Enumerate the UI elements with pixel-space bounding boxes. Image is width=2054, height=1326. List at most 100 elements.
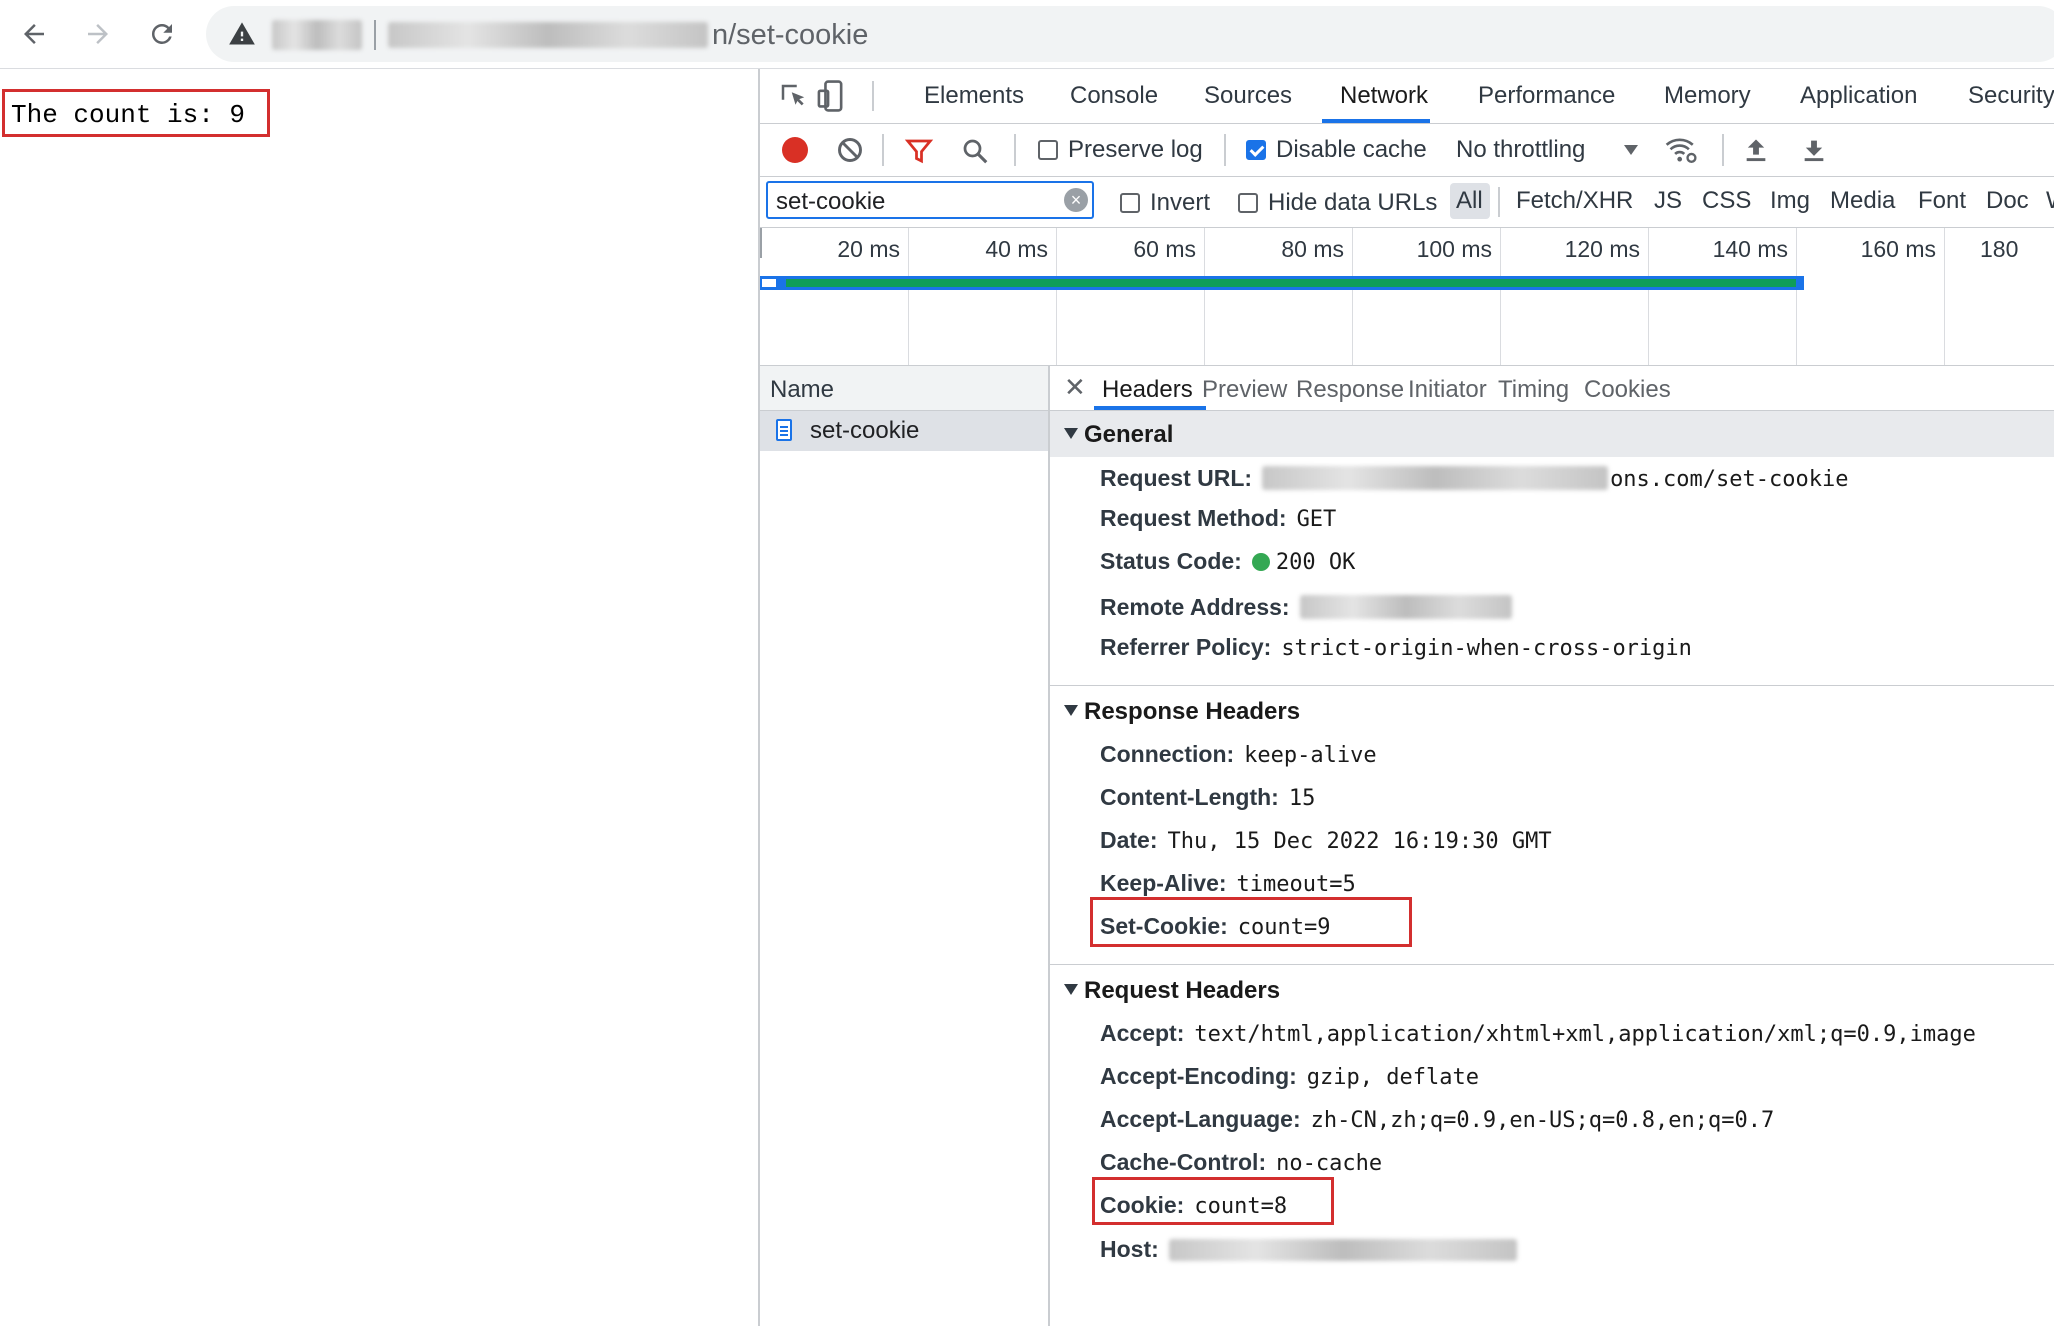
timeline-grid-line: [1204, 228, 1205, 365]
record-icon[interactable]: [782, 137, 808, 163]
header-value: strict-origin-when-cross-origin: [1281, 636, 1692, 661]
response-headers-section-header[interactable]: Response Headers: [1050, 688, 2054, 734]
header-value: no-cache: [1276, 1151, 1383, 1176]
preserve-log-check[interactable]: [1038, 140, 1058, 160]
request-headers-section-header[interactable]: Request Headers: [1050, 967, 2054, 1013]
network-conditions-icon[interactable]: [1664, 134, 1698, 166]
request-name: set-cookie: [810, 417, 920, 444]
tab-sources[interactable]: Sources: [1204, 82, 1292, 110]
url-path: n/set-cookie: [712, 19, 869, 51]
tab-cookies[interactable]: Cookies: [1584, 376, 1671, 404]
clear-icon[interactable]: [836, 136, 864, 164]
back-arrow-icon: [24, 24, 44, 44]
browser-toolbar: n/set-cookie: [0, 0, 2054, 69]
general-section-title: General: [1084, 421, 1174, 448]
tab-network[interactable]: Network: [1340, 82, 1428, 110]
tab-performance[interactable]: Performance: [1478, 82, 1615, 110]
search-icon[interactable]: [960, 136, 990, 166]
type-filter-media[interactable]: Media: [1830, 187, 1895, 215]
timeline-grid-line: [760, 228, 762, 258]
collapse-triangle-icon: [1064, 705, 1078, 716]
clear-filter-icon[interactable]: ×: [1064, 188, 1088, 212]
page-content: The count is: 9: [0, 69, 758, 1326]
hide-data-urls-checkbox[interactable]: Hide data URLs: [1238, 189, 1437, 217]
filter-icon[interactable]: [904, 136, 934, 166]
timeline-tick-label: 100 ms: [1416, 236, 1492, 262]
timeline-tick-label: 40 ms: [985, 236, 1048, 262]
header-key: Date:: [1100, 827, 1158, 853]
invert-check[interactable]: [1120, 193, 1140, 213]
timeline-grid-line: [1648, 228, 1649, 365]
export-har-icon[interactable]: [1800, 136, 1828, 164]
response-header-row: Content-Length: 15: [1100, 784, 1315, 816]
type-filter-js[interactable]: JS: [1654, 187, 1682, 215]
toolbar-separator: [1224, 134, 1226, 166]
timeline-grid-line: [1944, 228, 1945, 365]
timeline-grid-line: [1796, 228, 1797, 365]
invert-checkbox[interactable]: Invert: [1120, 189, 1210, 217]
tab-console[interactable]: Console: [1070, 82, 1158, 110]
device-toolbar-icon[interactable]: [816, 79, 848, 113]
header-value: ons.com/set-cookie: [1610, 467, 1849, 492]
devtools-panel: Elements Console Sources Network Perform…: [758, 69, 2054, 1326]
type-separator: [1498, 187, 1500, 217]
header-value: 200 OK: [1275, 550, 1356, 575]
type-filter-css[interactable]: CSS: [1702, 187, 1751, 215]
type-filter-all[interactable]: All: [1456, 187, 1483, 215]
tab-preview[interactable]: Preview: [1202, 376, 1287, 404]
type-filter-font[interactable]: Font: [1918, 187, 1966, 215]
name-column-label: Name: [770, 376, 835, 403]
filter-input[interactable]: set-cookie ×: [766, 181, 1094, 219]
preserve-log-checkbox[interactable]: Preserve log: [1038, 136, 1203, 164]
header-value: zh-CN,zh;q=0.9,en-US;q=0.8,en;q=0.7: [1310, 1108, 1775, 1133]
redacted-host: [1168, 1239, 1517, 1261]
collapse-triangle-icon: [1064, 984, 1078, 995]
disable-cache-check[interactable]: [1246, 140, 1266, 160]
header-key: Remote Address:: [1100, 594, 1290, 620]
address-bar[interactable]: n/set-cookie: [206, 6, 2054, 62]
throttling-select[interactable]: No throttling: [1456, 136, 1639, 164]
type-filter-img[interactable]: Img: [1770, 187, 1810, 215]
type-filter-doc[interactable]: Doc: [1986, 187, 2029, 215]
forward-button[interactable]: [76, 12, 120, 56]
header-key: Request URL:: [1100, 465, 1253, 491]
general-row-request-url: Request URL: ons.com/set-cookie: [1100, 462, 1848, 494]
not-secure-warning-icon[interactable]: [228, 20, 256, 48]
timeline-overview[interactable]: 20 ms 40 ms 60 ms 80 ms 100 ms 120 ms 14…: [760, 228, 2054, 366]
type-filter-ws[interactable]: W: [2046, 187, 2054, 215]
collapse-triangle-icon: [1064, 428, 1078, 439]
request-header-row-host: Host:: [1100, 1235, 1517, 1267]
preserve-log-label: Preserve log: [1068, 136, 1203, 163]
request-row[interactable]: set-cookie: [760, 411, 1048, 451]
tab-response[interactable]: Response: [1296, 376, 1404, 404]
timeline-download-bar: [786, 279, 1796, 287]
general-section-header[interactable]: General: [1050, 411, 2054, 457]
response-header-row: Date: Thu, 15 Dec 2022 16:19:30 GMT: [1100, 827, 1552, 859]
header-key: Content-Length:: [1100, 784, 1279, 810]
reload-button[interactable]: [140, 12, 184, 56]
import-har-icon[interactable]: [1742, 136, 1770, 164]
inspect-element-icon[interactable]: [778, 81, 808, 111]
tab-separator: [872, 81, 874, 111]
tab-memory[interactable]: Memory: [1664, 82, 1751, 110]
header-key: Accept-Language:: [1100, 1106, 1301, 1132]
hide-data-urls-check[interactable]: [1238, 193, 1258, 213]
timeline-tick-label: 140 ms: [1712, 236, 1788, 262]
tab-initiator[interactable]: Initiator: [1408, 376, 1487, 404]
tab-security[interactable]: Security: [1968, 82, 2054, 110]
tab-elements[interactable]: Elements: [924, 82, 1024, 110]
tab-headers[interactable]: Headers: [1102, 376, 1193, 404]
disable-cache-checkbox[interactable]: Disable cache: [1246, 136, 1427, 164]
tab-timing[interactable]: Timing: [1498, 376, 1569, 404]
type-filter-fetch-xhr[interactable]: Fetch/XHR: [1516, 187, 1633, 215]
request-header-row: Accept-Language: zh-CN,zh;q=0.9,en-US;q=…: [1100, 1106, 1774, 1138]
header-key: Accept-Encoding:: [1100, 1063, 1297, 1089]
general-row-status-code: Status Code: 200 OK: [1100, 548, 1355, 580]
timeline-grid-line: [1056, 228, 1057, 365]
toolbar-separator: [882, 134, 884, 166]
active-detail-tab-indicator: [1094, 406, 1206, 410]
close-icon[interactable]: ✕: [1064, 372, 1086, 403]
back-button[interactable]: [12, 12, 56, 56]
tab-application[interactable]: Application: [1800, 82, 1917, 110]
name-column-header[interactable]: Name: [760, 366, 1048, 411]
